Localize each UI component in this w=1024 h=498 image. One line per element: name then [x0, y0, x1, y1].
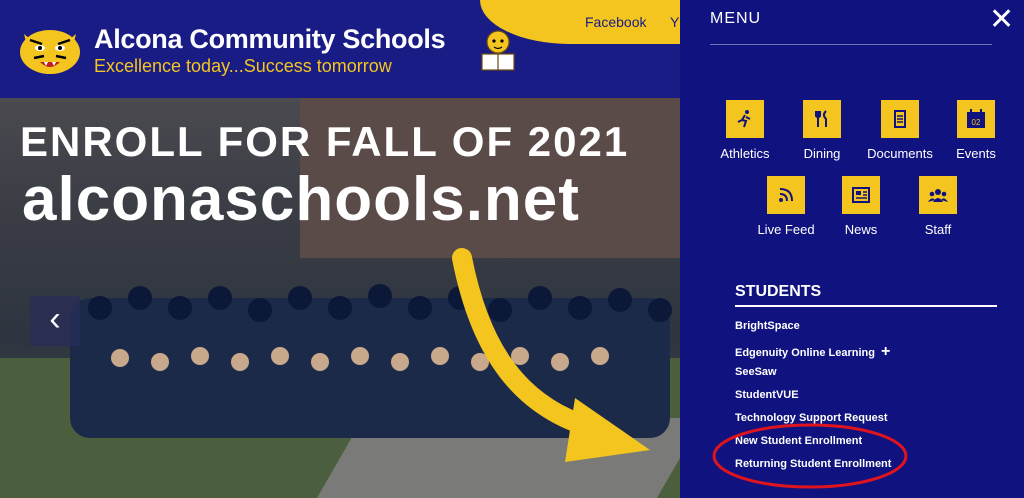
red-circle-annotation [712, 423, 908, 489]
rss-icon [767, 176, 805, 214]
graduates-group-photo [70, 284, 672, 438]
school-name[interactable]: Alcona Community Schools [94, 24, 446, 55]
quicklink-label: Documents [867, 146, 933, 161]
facebook-link[interactable]: Facebook [585, 14, 646, 30]
tiger-logo-icon[interactable] [14, 24, 88, 76]
users-icon [919, 176, 957, 214]
menu-divider [710, 44, 992, 45]
link-seesaw[interactable]: SeeSaw [735, 366, 777, 378]
site-header: Alcona Community Schools Excellence toda… [0, 0, 680, 98]
students-divider [735, 305, 997, 307]
utensils-icon [803, 100, 841, 138]
enroll-headline: ENROLL FOR FALL OF 2021 [20, 118, 630, 165]
students-section-title: STUDENTS [735, 283, 822, 300]
quicklink-label: Events [956, 146, 996, 161]
calendar-badge: 02 [972, 118, 981, 127]
school-tagline: Excellence today...Success tomorrow [94, 56, 392, 76]
quicklink-events[interactable]: 02 Events [946, 100, 1006, 161]
link-edgenuity[interactable]: Edgenuity Online Learning + [735, 343, 890, 361]
menu-title: MENU [710, 10, 762, 27]
expand-plus-icon[interactable]: + [881, 343, 890, 360]
quicklink-documents[interactable]: Documents [862, 100, 938, 161]
document-icon [881, 100, 919, 138]
quicklink-live-feed[interactable]: Live Feed [752, 176, 820, 237]
quicklink-label: News [844, 222, 878, 237]
close-icon[interactable]: ✕ [989, 2, 1014, 37]
youtube-link[interactable]: Y [670, 14, 679, 30]
quicklink-staff[interactable]: Staff [910, 176, 966, 237]
quicklink-label: Athletics [720, 146, 770, 161]
link-edgenuity-label[interactable]: Edgenuity Online Learning [735, 347, 875, 359]
newspaper-icon [842, 176, 880, 214]
mascot-reading-icon [481, 30, 515, 71]
quicklink-athletics[interactable]: Athletics [710, 100, 780, 161]
quicklink-news[interactable]: News [832, 176, 890, 237]
website-headline: alconaschools.net [22, 165, 580, 234]
quicklink-label: Live Feed [757, 222, 815, 237]
quicklink-label: Staff [924, 222, 952, 237]
slider-prev-button[interactable]: ‹ [30, 296, 80, 346]
website-area: Alcona Community Schools Excellence toda… [0, 0, 680, 498]
calendar-icon: 02 [957, 100, 995, 138]
link-brightspace[interactable]: BrightSpace [735, 320, 800, 332]
link-studentvue[interactable]: StudentVUE [735, 389, 799, 401]
quicklink-dining[interactable]: Dining [792, 100, 852, 161]
runner-icon [726, 100, 764, 138]
quicklink-label: Dining [803, 146, 841, 161]
